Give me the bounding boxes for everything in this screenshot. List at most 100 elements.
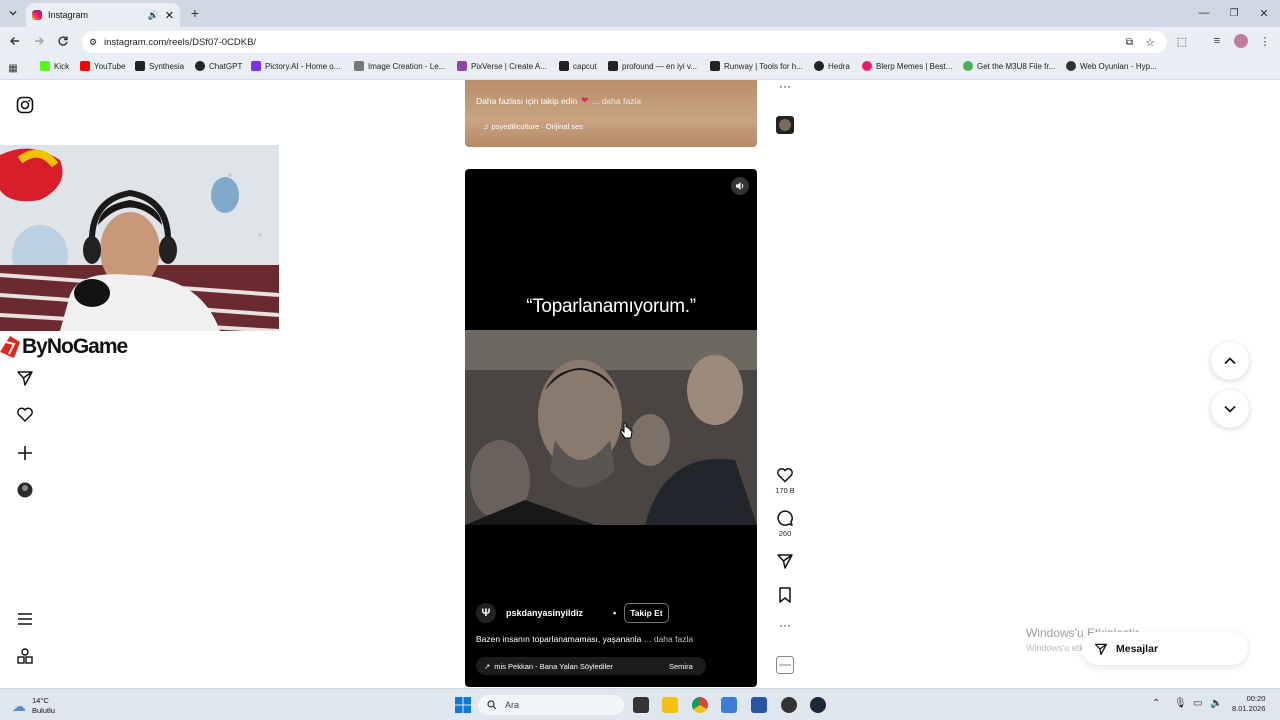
steam-icon[interactable] (810, 697, 826, 713)
mute-toggle-icon[interactable] (731, 177, 749, 195)
chatgpt-icon (195, 61, 205, 71)
direct-message-icon (1094, 643, 1108, 655)
next-reel-button[interactable] (1211, 390, 1249, 428)
bookmark-blerp[interactable]: Blerp Memes | Best... (862, 61, 952, 71)
apps-grid-icon[interactable]: ▦ (6, 61, 20, 75)
extensions-icon[interactable]: ⬚ (1175, 34, 1189, 48)
instagram-logo-icon[interactable] (16, 96, 34, 114)
site-info-icon[interactable]: ⚙ (89, 37, 97, 48)
author-avatar[interactable]: Ψ (476, 603, 496, 623)
chevron-down-icon (1224, 405, 1236, 413)
tab-audio-icon[interactable]: 🔊 (148, 10, 159, 21)
previous-reel-audio[interactable]: ♫ psyediliculture · Orijinal ses (483, 122, 583, 131)
previous-reel-button[interactable] (1211, 342, 1249, 380)
cloud-icon: ☁ (12, 697, 26, 714)
sidebar-more-apps-icon[interactable] (16, 647, 34, 665)
chrome-icon[interactable] (692, 697, 708, 713)
pictory-icon (251, 61, 261, 71)
bookmark-capcut[interactable]: capcut (559, 61, 597, 71)
reading-list-icon[interactable]: ≡ (1210, 34, 1224, 48)
bookmark-runway[interactable]: Runway | Tools for h... (710, 61, 803, 71)
trending-arrow-icon: ↗ (484, 661, 491, 671)
reel-audio-secondary[interactable]: Semira (659, 657, 693, 675)
volume-icon[interactable]: 🔈 (1210, 698, 1222, 709)
kick-icon (40, 61, 50, 71)
bookmark-youtube[interactable]: YouTube (80, 61, 125, 71)
more-options-icon[interactable]: ··· (776, 619, 794, 639)
chevron-up-icon (1224, 357, 1236, 365)
store-icon[interactable] (751, 697, 767, 713)
pixverse-icon (457, 61, 467, 71)
reel-caption: Bazen insanın toparlanamaması, yaşananla… (476, 634, 694, 644)
back-icon[interactable] (8, 34, 22, 48)
weather-widget[interactable]: ☁ 14°C Bulutlu (12, 696, 55, 716)
install-app-icon[interactable]: ⧉ (1126, 37, 1133, 48)
network-icon[interactable]: ▭ (1193, 698, 1202, 709)
like-icon[interactable] (776, 466, 794, 484)
author-username[interactable]: pskdanyasinyildiz (506, 608, 583, 618)
blerp-icon (862, 61, 872, 71)
sidebar-profile-avatar[interactable] (16, 481, 34, 499)
close-window-button[interactable]: ✕ (1257, 6, 1271, 20)
profile-avatar-icon[interactable] (1234, 34, 1248, 48)
heart-emoji-icon: ❤ (581, 95, 589, 105)
hand-cursor-icon (619, 422, 633, 440)
bookmark-m3u8[interactable]: Get the M3U8 File fr... (963, 61, 1055, 71)
reel-audio-thumb[interactable] (776, 656, 794, 674)
minimize-button[interactable]: — (1197, 6, 1211, 20)
previous-more-options-icon[interactable]: ··· (776, 80, 794, 100)
reload-icon[interactable] (56, 34, 70, 48)
task-view-icon[interactable] (633, 697, 649, 713)
previous-reel-caption: Daha fazlası için takip edin ❤ ... daha … (476, 95, 641, 106)
windows-taskbar: ☁ 14°C Bulutlu Ara ⌃ 🎙 ▭ 🔈 00:20 8.01.20… (0, 688, 1280, 720)
share-icon[interactable] (776, 552, 794, 570)
comment-icon[interactable] (776, 509, 794, 527)
previous-reel-more-link[interactable]: ... daha fazla (592, 96, 641, 106)
url-input[interactable]: ⚙ instagram.com/reels/DSf07-0CDKB/ ⧉ ☆ (82, 31, 1167, 53)
web-oyunlari-icon (1066, 61, 1076, 71)
reel-quote-text: “Toparlanamıyorum.” (526, 296, 696, 317)
new-tab-button[interactable]: + (188, 5, 202, 21)
sidebar-heart-icon[interactable] (16, 406, 34, 424)
tab-instagram[interactable]: Instagram 🔊 ✕ (26, 3, 180, 27)
microphone-icon[interactable]: 🎙 (1174, 698, 1187, 709)
sidebar-share-icon[interactable] (16, 369, 34, 387)
reel-video-player[interactable]: “Toparlanamıyorum.” Ψ pskdanyasinyildiz … (465, 169, 757, 687)
bookmark-star-icon[interactable]: ☆ (1145, 36, 1155, 49)
bookmarks-bar: ▦ Kick YouTube Synthesia ChatGPT Pictory… (0, 56, 1280, 80)
bookmark-pictory[interactable]: Pictory.AI - Home o... (251, 61, 340, 71)
address-bar-row: ⚙ instagram.com/reels/DSf07-0CDKB/ ⧉ ☆ ⬚… (0, 27, 1280, 56)
bookmark-chatgpt[interactable]: ChatGPT (195, 61, 242, 71)
bookmark-synthesia[interactable]: Synthesia (135, 61, 184, 71)
browser-menu-icon[interactable]: ⋮ (1258, 34, 1272, 48)
bookmark-web-oyunlari[interactable]: Web Oyunları - Hyp... (1066, 61, 1157, 71)
bookmark-pixverse[interactable]: PixVerse | Create A... (457, 61, 547, 71)
previous-reel-card[interactable]: Daha fazlası için takip edin ❤ ... daha … (465, 80, 757, 147)
tab-search-icon[interactable] (6, 6, 20, 20)
forward-icon[interactable] (32, 34, 46, 48)
image-creation-icon (354, 61, 364, 71)
save-icon[interactable] (776, 586, 794, 604)
previous-audio-thumb[interactable] (776, 116, 794, 134)
bookmark-profound[interactable]: profound — en iyi v... (608, 61, 697, 71)
follow-button[interactable]: Takip Et (624, 603, 669, 623)
reel-more-link[interactable]: ... daha fazla (644, 634, 693, 644)
instagram-favicon-icon (32, 10, 42, 20)
messages-button[interactable]: Mesajlar (1082, 632, 1248, 665)
outlook-icon[interactable] (721, 697, 737, 713)
restore-button[interactable]: ❐ (1227, 6, 1241, 20)
app-notification-icon[interactable] (781, 697, 797, 713)
m3u8-icon (963, 61, 973, 71)
tab-close-icon[interactable]: ✕ (165, 9, 174, 22)
windows-start-icon[interactable] (455, 697, 471, 713)
taskbar-search-box[interactable]: Ara (478, 695, 624, 715)
bookmark-image-creation[interactable]: Image Creation - Le... (354, 61, 445, 71)
sidebar-create-icon[interactable] (16, 444, 34, 462)
bookmark-kick[interactable]: Kick (40, 61, 69, 71)
tray-chevron-icon[interactable]: ⌃ (1152, 698, 1160, 709)
sidebar-menu-icon[interactable] (16, 610, 34, 628)
clock[interactable]: 00:20 8.01.2026 (1232, 694, 1265, 714)
reel-author-row: Ψ pskdanyasinyildiz • Takip Et (476, 603, 669, 623)
file-explorer-icon[interactable] (662, 697, 678, 713)
bookmark-hedra[interactable]: Hedra (814, 61, 850, 71)
